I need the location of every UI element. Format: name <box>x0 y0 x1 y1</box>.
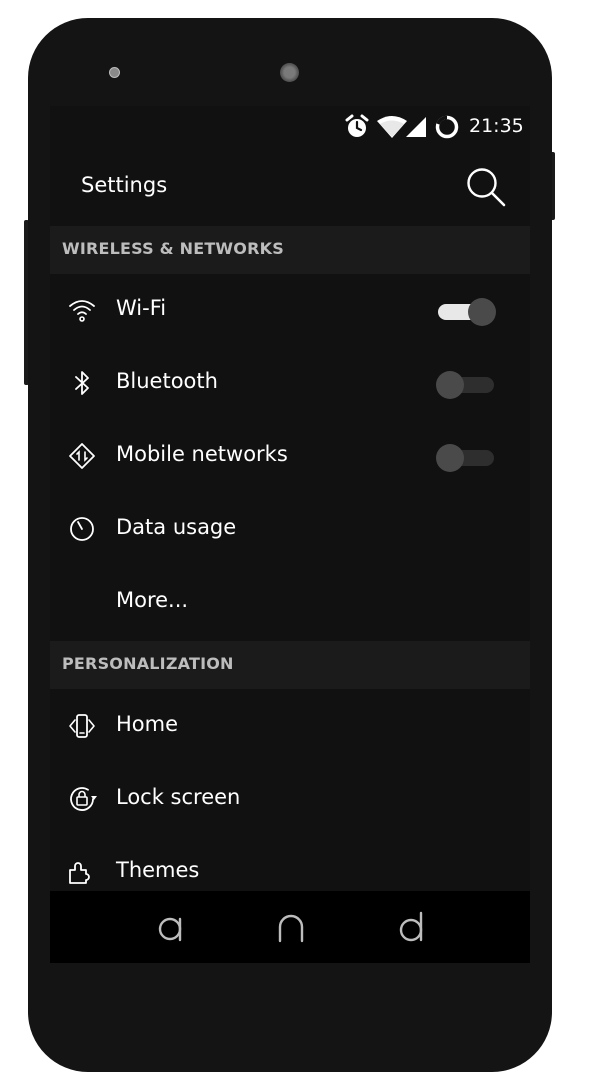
home-button[interactable] <box>271 907 311 947</box>
settings-item-wifi[interactable]: Wi-Fi <box>50 274 530 346</box>
settings-item-lock-screen[interactable]: Lock screen <box>50 763 530 835</box>
back-button[interactable] <box>152 907 192 947</box>
bluetooth-icon <box>75 371 89 395</box>
settings-item-label: More... <box>116 588 189 612</box>
settings-item-more[interactable]: More... <box>50 566 530 638</box>
settings-item-home[interactable]: Home <box>50 690 530 762</box>
themes-icon <box>69 862 90 884</box>
section-header-wireless: WIRELESS & NETWORKS <box>50 226 530 274</box>
lock-screen-icon <box>70 787 97 811</box>
settings-item-mobile-networks[interactable]: Mobile networks <box>50 420 530 492</box>
section-title: PERSONALIZATION <box>62 654 234 673</box>
settings-item-label: Lock screen <box>116 785 241 809</box>
wifi-toggle[interactable] <box>434 296 498 328</box>
cell-signal-icon <box>406 117 426 137</box>
settings-item-data-usage[interactable]: Data usage <box>50 493 530 565</box>
battery-ring-icon <box>435 115 459 139</box>
search-icon <box>467 168 506 207</box>
earpiece-speaker <box>280 63 299 82</box>
data-usage-icon <box>70 517 94 541</box>
proximity-sensor <box>109 67 120 78</box>
mobile-network-icon <box>69 443 95 469</box>
section-title: WIRELESS & NETWORKS <box>62 239 284 258</box>
navigation-bar <box>50 891 530 963</box>
settings-item-label: Home <box>116 712 179 736</box>
alarm-icon <box>345 114 369 137</box>
app-bar: Settings <box>50 148 530 226</box>
screen: 21:35 Settings WIRELESS & NETWORKS Wi-Fi <box>50 106 530 963</box>
page-title: Settings <box>81 173 168 197</box>
settings-item-label: Data usage <box>116 515 237 539</box>
settings-item-label: Themes <box>116 858 200 882</box>
home-phone-icon <box>69 714 95 738</box>
settings-item-label: Mobile networks <box>116 442 288 466</box>
status-bar: 21:35 <box>50 106 530 148</box>
search-button[interactable] <box>463 164 509 210</box>
settings-item-bluetooth[interactable]: Bluetooth <box>50 347 530 419</box>
bluetooth-toggle[interactable] <box>434 369 498 401</box>
recents-button[interactable] <box>391 907 431 947</box>
wifi-icon <box>69 300 95 322</box>
settings-item-label: Bluetooth <box>116 369 218 393</box>
settings-item-label: Wi-Fi <box>116 296 167 320</box>
mobile-networks-toggle[interactable] <box>434 442 498 474</box>
status-time: 21:35 <box>469 115 524 137</box>
section-header-personalization: PERSONALIZATION <box>50 641 530 689</box>
